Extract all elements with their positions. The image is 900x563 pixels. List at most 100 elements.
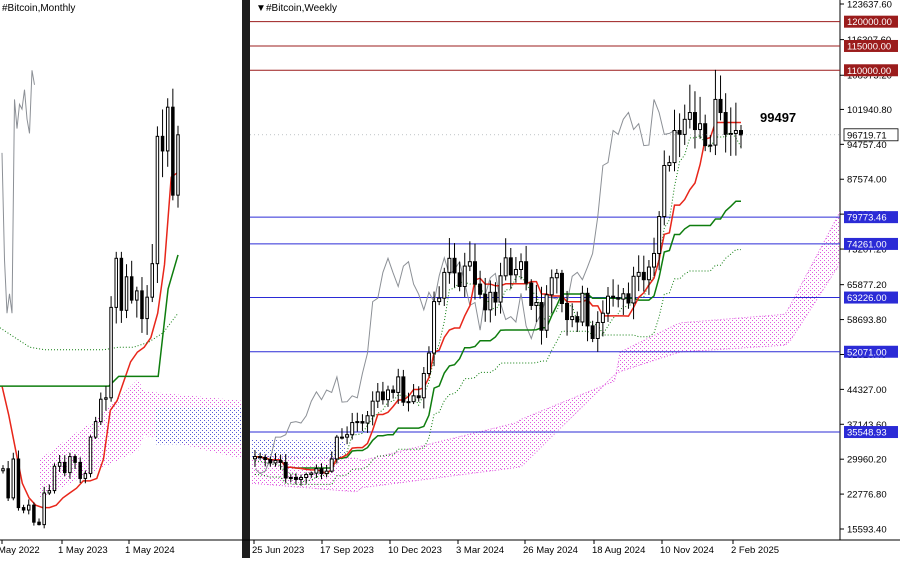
monthly-candle-body	[68, 456, 72, 474]
monthly-candle-body	[140, 290, 144, 320]
price-axis-tick-label: 94757.40	[847, 140, 887, 151]
weekly-candle-body	[503, 257, 508, 277]
weekly-candle-body	[483, 293, 488, 311]
weekly-time-label: 2 Feb 2025	[731, 545, 779, 556]
weekly-time-label: 3 Mar 2024	[456, 545, 504, 556]
resistance-price-label: 120000.00	[847, 17, 892, 28]
monthly-candle-body	[47, 490, 52, 494]
monthly-candle-body	[57, 461, 62, 467]
weekly-candle-body	[309, 472, 314, 476]
weekly-candle-body	[534, 302, 539, 306]
weekly-candle-body	[544, 294, 549, 331]
monthly-candle-body	[1, 468, 5, 472]
price-axis-tick-label: 65877.20	[847, 280, 887, 291]
support-price-label: 63226.00	[847, 293, 887, 304]
monthly-candle-body	[155, 135, 160, 265]
weekly-candle-body	[437, 297, 442, 303]
monthly-candle-body	[93, 421, 98, 438]
monthly-cloud-segment-bearish	[155, 408, 242, 445]
weekly-candle-body	[646, 266, 651, 281]
weekly-candle-body	[733, 130, 738, 134]
support-price-label: 79773.46	[847, 213, 887, 224]
weekly-chart-title-arrow-icon[interactable]: ▼	[256, 3, 266, 14]
monthly-candle-body	[114, 257, 118, 308]
weekly-candle-body	[345, 434, 350, 438]
weekly-candle-body	[718, 98, 723, 114]
weekly-candle-body	[585, 292, 590, 327]
monthly-candle-body	[16, 458, 21, 509]
monthly-candle-body	[129, 276, 134, 301]
monthly-candle-body	[6, 468, 10, 499]
weekly-candle-body	[692, 112, 697, 131]
weekly-candle-body	[462, 265, 467, 287]
resistance-price-label: 115000.00	[847, 41, 891, 52]
monthly-candle-body	[104, 397, 108, 400]
weekly-candle-body	[595, 321, 600, 339]
monthly-candle-body	[150, 263, 155, 298]
monthly-time-label: 1 May 2023	[58, 545, 108, 556]
weekly-candle-body	[549, 277, 554, 296]
weekly-candle-body	[339, 436, 344, 439]
weekly-candle-body	[380, 391, 385, 401]
weekly-candle-body	[600, 312, 605, 323]
weekly-candle-body	[273, 459, 278, 464]
monthly-candle-body	[171, 106, 175, 196]
weekly-candle-body	[488, 291, 493, 311]
weekly-candle-body	[677, 130, 682, 135]
weekly-time-label: 10 Dec 2023	[388, 545, 442, 556]
monthly-candle-body	[63, 461, 67, 474]
price-axis-tick-label: 101940.80	[847, 105, 892, 116]
price-axis-tick-label: 44327.00	[847, 385, 887, 396]
weekly-candle-body	[278, 459, 283, 463]
weekly-candle-body	[621, 293, 626, 300]
weekly-candle-body	[605, 295, 610, 314]
weekly-candle-body	[513, 268, 518, 276]
weekly-candle-body	[554, 272, 559, 279]
weekly-candle-body	[370, 400, 375, 417]
monthly-candle-body	[119, 257, 124, 311]
weekly-candle-body	[641, 271, 646, 281]
weekly-candle-body	[672, 130, 677, 164]
monthly-candle-body	[21, 507, 26, 511]
weekly-candle-body	[406, 401, 411, 404]
weekly-candle-body	[739, 130, 743, 136]
monthly-candle-body	[160, 135, 165, 152]
weekly-candle-body	[432, 301, 437, 354]
weekly-candle-body	[682, 118, 687, 135]
panel-divider[interactable]	[242, 0, 250, 558]
weekly-candle-body	[416, 395, 421, 399]
monthly-candle-body	[78, 461, 82, 479]
weekly-candle-body	[698, 123, 703, 131]
weekly-candle-body	[334, 436, 339, 460]
monthly-candle-body	[109, 306, 113, 399]
monthly-time-label: May 2022	[0, 545, 40, 556]
weekly-candle-body	[713, 98, 718, 146]
weekly-candle-body	[616, 297, 621, 300]
support-price-label: 52071.00	[847, 347, 887, 358]
tenkan-annotation: 99497	[760, 110, 796, 125]
weekly-candle-body	[472, 261, 477, 285]
price-axis-tick-label: 123637.60	[847, 0, 892, 11]
monthly-candle-body	[145, 296, 149, 320]
price-axis-tick-label: 58693.80	[847, 315, 887, 326]
weekly-candle-body	[299, 476, 304, 480]
monthly-candle-body	[26, 504, 31, 511]
weekly-candle-body	[258, 456, 263, 459]
monthly-candle-body	[99, 398, 103, 423]
weekly-candle-body	[575, 316, 580, 323]
weekly-candle-body	[426, 352, 431, 374]
weekly-candle-body	[493, 291, 498, 303]
current-price-label: 96719.71	[847, 130, 887, 141]
weekly-candle-body	[293, 476, 298, 480]
weekly-candle-body	[667, 162, 672, 167]
weekly-candle-body	[447, 257, 452, 273]
weekly-candle-body	[626, 293, 631, 304]
time-axis[interactable]: May 2022 1 May 2023 1 May 2024 25 Jun 2023 1…	[0, 540, 779, 556]
support-price-label: 35548.93	[847, 428, 887, 439]
monthly-candle-body	[83, 473, 88, 479]
weekly-time-label: 25 Jun 2023	[252, 545, 304, 556]
weekly-candle-body	[559, 272, 564, 305]
monthly-candle-body	[11, 458, 16, 499]
weekly-candle-body	[375, 391, 380, 402]
price-axis[interactable]: 123637.60116307.60108975.20101940.809475…	[840, 0, 899, 536]
